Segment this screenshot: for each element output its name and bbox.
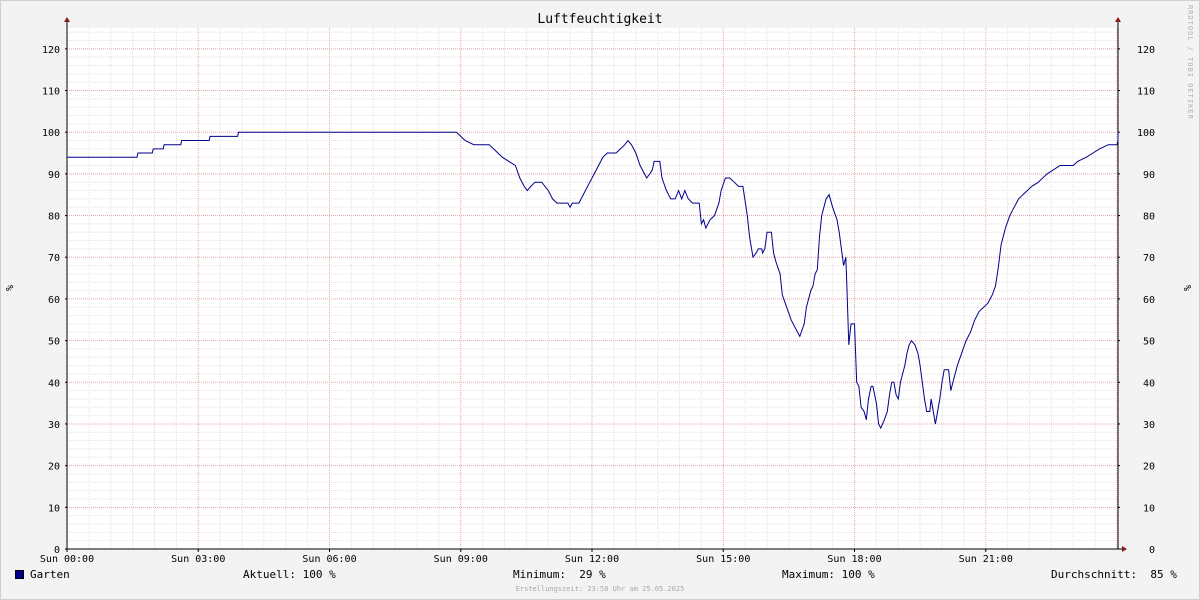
legend-series-name: Garten	[30, 568, 70, 581]
legend-average: Durchschnitt: 85 %	[1051, 568, 1177, 581]
y-tick-label: 80	[1143, 212, 1155, 223]
y-tick-label: 60	[48, 295, 60, 306]
x-tick-label: Sun 03:00	[171, 554, 225, 565]
y-tick-label: 90	[1143, 170, 1155, 181]
x-tick-label: Sun 09:00	[434, 554, 488, 565]
y-tick-label: 10	[48, 503, 60, 514]
watermark: RRDTOOL / TOBI OETIKER	[1186, 5, 1194, 120]
y-tick-label: 100	[1137, 128, 1155, 139]
y-tick-label: 80	[48, 212, 60, 223]
y-tick-label: 40	[48, 378, 60, 389]
x-tick-labels: Sun 00:00 Sun 03:00 Sun 06:00 Sun 09:00 Sun …	[40, 554, 1013, 565]
chart-svg: 0 10 20 30 40 50 60 70 80 90 100 110 120 0 10 20 30 40 50…	[5, 5, 1194, 565]
footer-timestamp: Erstellungszeit: 23:58 Uhr am 25.05.2025	[515, 585, 685, 593]
y-tick-label: 40	[1143, 378, 1155, 389]
y-tick-labels-left: 0102030405060708090100110120	[42, 45, 60, 556]
x-tick-label: Sun 15:00	[696, 554, 750, 565]
chart-title: Luftfeuchtigkeit	[537, 12, 662, 27]
legend-current: Aktuell: 100 %	[243, 568, 336, 581]
legend-swatch	[15, 570, 24, 579]
y-tick-label: 0	[1149, 545, 1155, 556]
y-tick-labels-right: 0 10 20 30 40 50 60 70 80 90 100 110 120	[1137, 45, 1155, 556]
y-tick-label: 30	[48, 420, 60, 431]
y-tick-label: 110	[42, 87, 60, 98]
y-tick-label: 20	[48, 462, 60, 473]
y-tick-label: 110	[1137, 87, 1155, 98]
y-tick-label: 120	[1137, 45, 1155, 56]
y-tick-label: 90	[48, 170, 60, 181]
x-tick-label: Sun 00:00	[40, 554, 94, 565]
y-tick-label: 70	[1143, 253, 1155, 264]
y-tick-label: 120	[42, 45, 60, 56]
legend-minimum: Minimum: 29 %	[513, 568, 606, 581]
x-tick-label: Sun 18:00	[827, 554, 881, 565]
y-tick-label: 70	[48, 253, 60, 264]
y-tick-label: 100	[42, 128, 60, 139]
x-axis-arrow	[1122, 546, 1127, 552]
y-tick-label: 20	[1143, 462, 1155, 473]
y-tick-label: 50	[1143, 337, 1155, 348]
legend-maximum: Maximum: 100 %	[782, 568, 875, 581]
y-axis-label-right: %	[1183, 285, 1194, 291]
x-tick-label: Sun 21:00	[959, 554, 1013, 565]
y-tick-label: 60	[1143, 295, 1155, 306]
x-tick-label: Sun 06:00	[302, 554, 356, 565]
y-tick-label: 10	[1143, 503, 1155, 514]
y-axis-arrow-right	[1115, 17, 1121, 22]
y-tick-label: 30	[1143, 420, 1155, 431]
y-tick-label: 50	[48, 337, 60, 348]
x-tick-label: Sun 12:00	[565, 554, 619, 565]
y-axis-label-left: %	[5, 285, 16, 291]
y-axis-arrow-left	[64, 17, 70, 22]
